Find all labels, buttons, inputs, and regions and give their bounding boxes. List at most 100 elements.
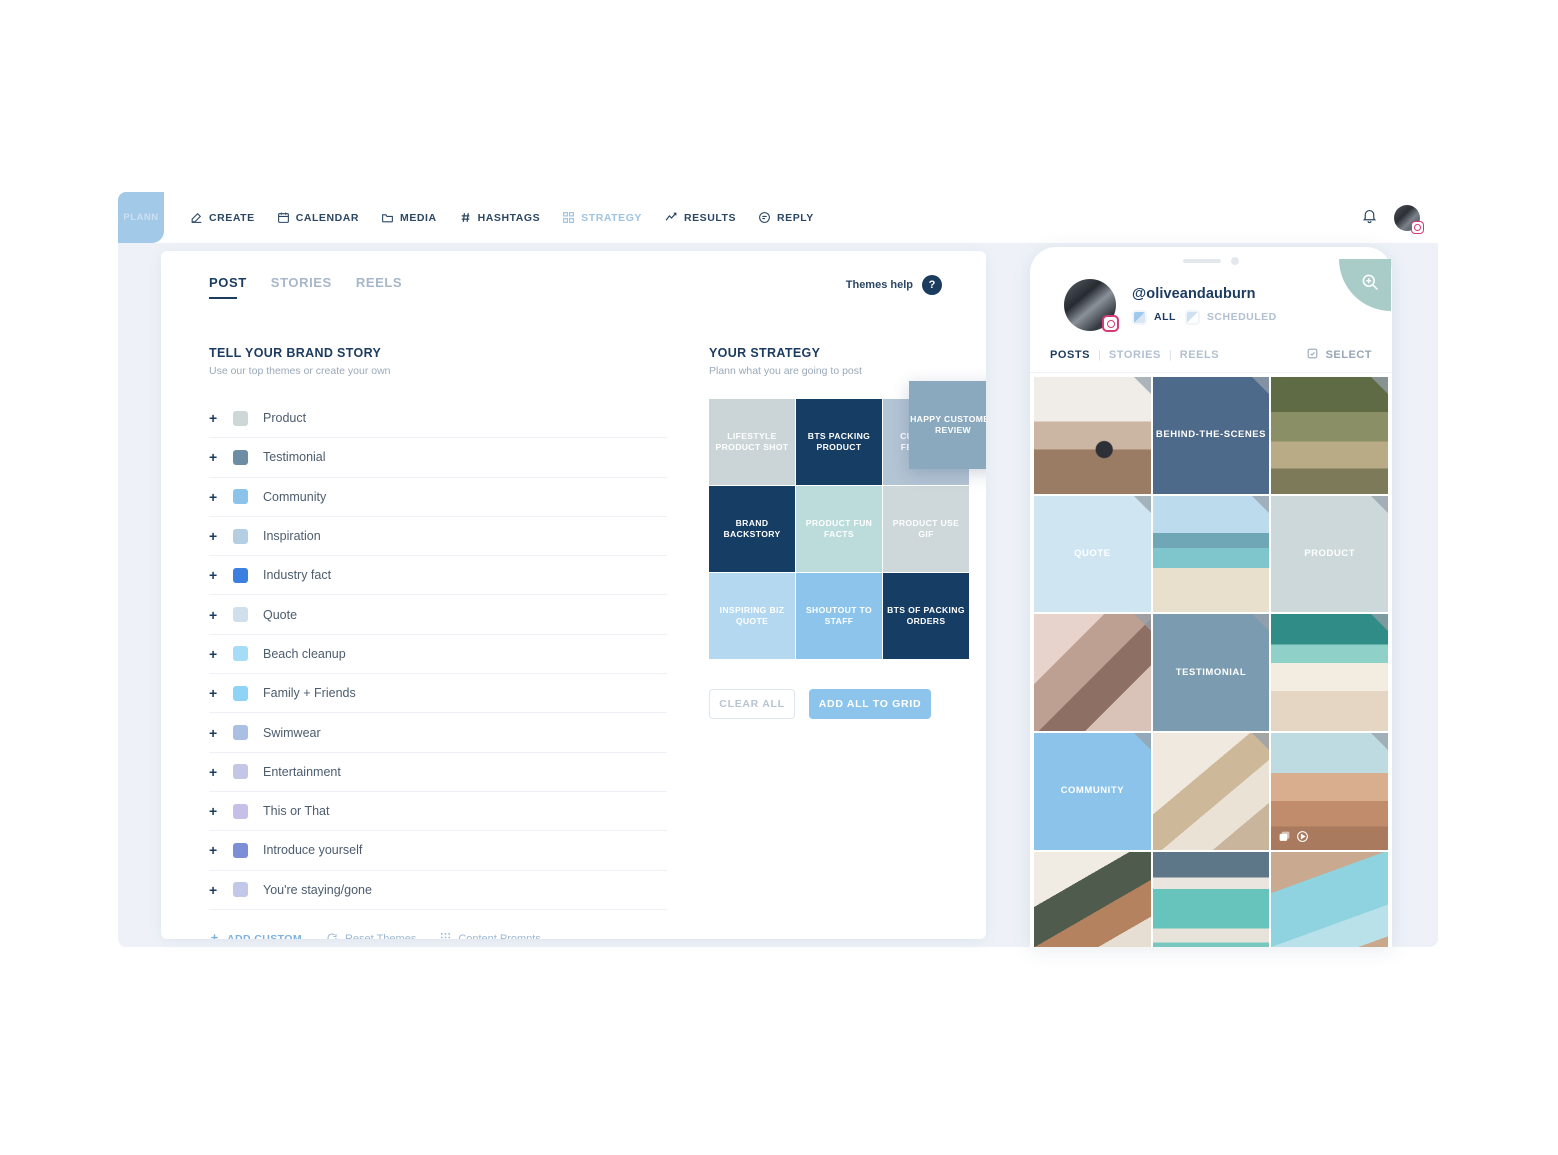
grid-cell-photo[interactable]: [1152, 851, 1270, 947]
instagram-icon: [1411, 220, 1424, 234]
nav-item-media[interactable]: MEDIA: [381, 211, 437, 224]
grid-cell-photo[interactable]: [1034, 614, 1151, 731]
strategy-tile[interactable]: BRAND BACKSTORY: [709, 486, 795, 572]
select-label: SELECT: [1325, 349, 1372, 361]
strategy-tile[interactable]: PRODUCT FUN FACTS: [796, 486, 882, 572]
add-theme-icon[interactable]: +: [209, 764, 233, 780]
add-theme-icon[interactable]: +: [209, 842, 233, 858]
add-theme-icon[interactable]: +: [209, 685, 233, 701]
reset-themes-button[interactable]: Reset Themes: [326, 932, 416, 939]
add-theme-icon[interactable]: +: [209, 607, 233, 623]
bell-icon[interactable]: [1361, 207, 1378, 229]
strategy-tile[interactable]: PRODUCT USE GIF: [883, 486, 969, 572]
filter-scheduled-label: SCHEDULED: [1206, 311, 1277, 323]
grid-cell-placeholder[interactable]: TESTIMONIAL: [1152, 614, 1270, 732]
grid-cell-photo[interactable]: [1152, 495, 1270, 613]
grid-cell-photo[interactable]: [1034, 851, 1151, 947]
grid-squares-icon: [562, 211, 575, 224]
scheduled-corner-icon: [1370, 733, 1388, 751]
add-all-to-grid-button[interactable]: ADD ALL TO GRID: [809, 689, 931, 719]
help-icon[interactable]: ?: [922, 275, 942, 295]
add-theme-icon[interactable]: +: [209, 882, 233, 898]
brand-story-title: TELL YOUR BRAND STORY: [209, 346, 382, 360]
tab-post[interactable]: POST: [209, 275, 247, 299]
add-theme-icon[interactable]: +: [209, 528, 233, 544]
phone-tab-reels[interactable]: REELS: [1180, 349, 1219, 361]
nav-item-calendar[interactable]: CALENDAR: [277, 211, 359, 224]
theme-row[interactable]: + Quote: [209, 595, 667, 635]
grid-cell-photo[interactable]: [1152, 733, 1270, 850]
nav-label-strategy: STRATEGY: [581, 211, 642, 224]
grid-cell-photo[interactable]: [1271, 851, 1388, 947]
refresh-icon: [326, 932, 338, 939]
theme-row[interactable]: + Community: [209, 478, 667, 517]
grid-cell-photo[interactable]: [1271, 733, 1388, 850]
profile-avatar[interactable]: [1064, 279, 1119, 332]
scheduled-corner-icon: [1252, 733, 1270, 751]
theme-row[interactable]: + Product: [209, 399, 667, 439]
nav-item-strategy[interactable]: STRATEGY: [562, 211, 642, 224]
filter-all[interactable]: ALL: [1132, 309, 1176, 325]
dragging-strategy-tile[interactable]: HAPPY CUSTOMER REVIEW: [909, 381, 986, 469]
theme-color-swatch: [233, 449, 248, 465]
theme-row[interactable]: + You're staying/gone: [209, 871, 667, 910]
add-theme-icon[interactable]: +: [209, 489, 233, 505]
add-theme-icon[interactable]: +: [209, 803, 233, 819]
themes-help[interactable]: Themes help ?: [846, 275, 942, 295]
grid-cell-photo[interactable]: [1034, 377, 1151, 494]
select-button[interactable]: SELECT: [1306, 347, 1372, 363]
nav-item-reply[interactable]: REPLY: [758, 211, 814, 224]
filter-scheduled[interactable]: SCHEDULED: [1184, 309, 1277, 325]
theme-row[interactable]: + Swimwear: [209, 713, 667, 753]
grid-cell-placeholder[interactable]: BEHIND-THE-SCENES: [1152, 377, 1270, 494]
add-custom-button[interactable]: ADD CUSTOM: [209, 932, 302, 939]
strategy-tile[interactable]: INSPIRING BIZ QUOTE: [709, 573, 795, 659]
avatar[interactable]: [1394, 204, 1424, 234]
tab-reels[interactable]: REELS: [356, 275, 402, 299]
grid-cell-placeholder[interactable]: PRODUCT: [1271, 495, 1388, 613]
add-theme-icon[interactable]: +: [209, 567, 233, 583]
add-theme-icon[interactable]: +: [209, 725, 233, 741]
strategy-panel: POST STORIES REELS Themes help ? TELL YO…: [161, 251, 986, 939]
strategy-tile[interactable]: BTS PACKING PRODUCT: [796, 399, 882, 485]
theme-row[interactable]: + Testimonial: [209, 438, 667, 478]
nav-item-create[interactable]: CREATE: [190, 211, 255, 224]
plann-logo[interactable]: PLANN: [118, 192, 164, 243]
grid-cell-photo[interactable]: [1271, 377, 1388, 494]
scheduled-corner-icon: [1370, 614, 1388, 632]
profile-info: @oliveandauburn ALL SCHEDULED: [1132, 286, 1277, 325]
theme-row[interactable]: + Inspiration: [209, 517, 667, 557]
grid-cell-placeholder[interactable]: QUOTE: [1034, 495, 1151, 613]
nav-item-hashtags[interactable]: HASHTAGS: [459, 211, 541, 224]
strategy-tile[interactable]: SHOUTOUT TO STAFF: [796, 573, 882, 659]
scheduled-corner-icon: [1133, 377, 1151, 394]
theme-row[interactable]: + Family + Friends: [209, 674, 667, 714]
filter-all-label: ALL: [1154, 311, 1176, 323]
theme-color-swatch: [233, 489, 248, 505]
tab-stories[interactable]: STORIES: [271, 275, 332, 299]
add-theme-icon[interactable]: +: [209, 449, 233, 465]
theme-row[interactable]: + Industry fact: [209, 556, 667, 596]
theme-color-swatch: [233, 764, 248, 780]
theme-row[interactable]: + Introduce yourself: [209, 831, 667, 871]
theme-row[interactable]: + This or That: [209, 792, 667, 832]
add-theme-icon[interactable]: +: [209, 646, 233, 662]
grid-cell-photo[interactable]: [1271, 614, 1388, 731]
strategy-buttons: CLEAR ALL ADD ALL TO GRID: [709, 689, 974, 719]
theme-row[interactable]: + Entertainment: [209, 753, 667, 792]
theme-label: Inspiration: [263, 529, 321, 544]
add-theme-icon[interactable]: +: [209, 410, 233, 426]
grid-cell-placeholder[interactable]: COMMUNITY: [1034, 733, 1151, 850]
strategy-tile[interactable]: BTS OF PACKING ORDERS: [883, 573, 969, 659]
clear-all-button[interactable]: CLEAR ALL: [709, 689, 795, 719]
phone-tab-stories[interactable]: STORIES: [1109, 349, 1161, 361]
content-type-tabs: POST STORIES REELS: [209, 275, 402, 299]
strategy-tile[interactable]: LIFESTYLE PRODUCT SHOT: [709, 399, 795, 485]
carousel-indicators: [1278, 830, 1309, 843]
content-prompts-button[interactable]: Content Prompts: [440, 932, 541, 939]
nav-item-results[interactable]: RESULTS: [664, 211, 736, 224]
theme-row[interactable]: + Beach cleanup: [209, 635, 667, 675]
phone-tab-posts[interactable]: POSTS: [1050, 349, 1090, 361]
plus-icon: [209, 932, 220, 939]
strategy-subtitle: Plann what you are going to post: [709, 365, 862, 377]
